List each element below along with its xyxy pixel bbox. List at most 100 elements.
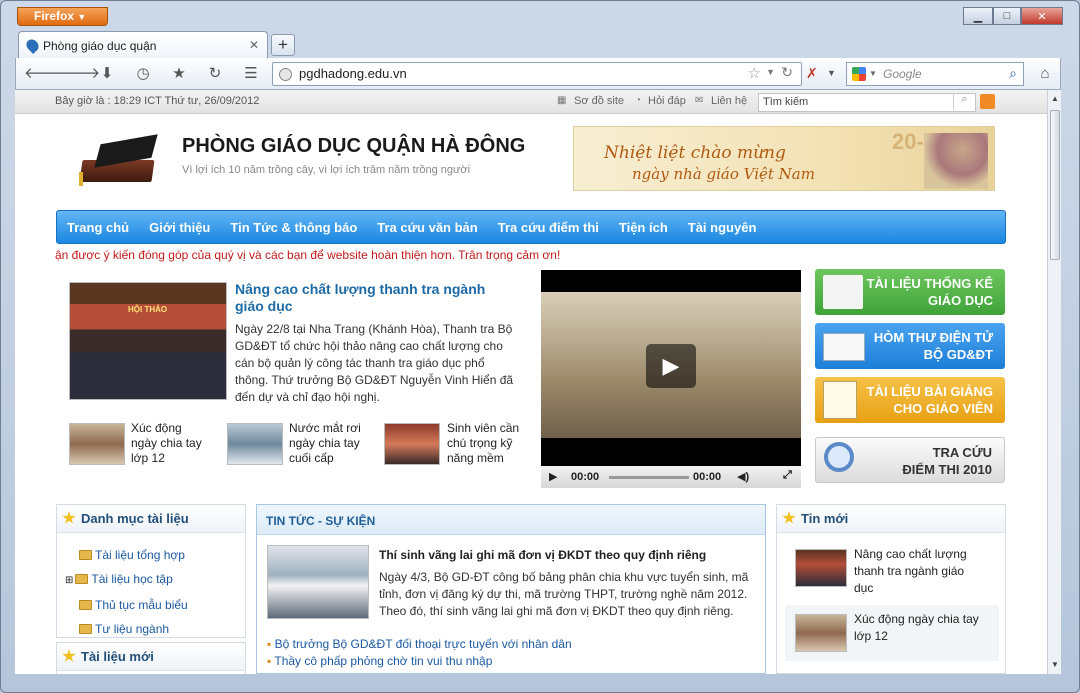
latest-news-thumb (795, 549, 847, 587)
video-play-icon[interactable]: ▶ (549, 470, 557, 483)
category-item[interactable]: Tư liệu ngành (79, 617, 245, 641)
download-icon[interactable]: ⬇ (96, 64, 118, 84)
category-item[interactable]: Tài liệu tổng hợp (79, 543, 245, 567)
related-thumb-3[interactable] (384, 423, 440, 465)
news-header: TIN TỨC - SỰ KIỆN (257, 505, 765, 535)
scroll-up-icon[interactable]: ▲ (1051, 94, 1059, 103)
site-search-input[interactable]: Tìm kiếm ⌕ (758, 93, 976, 112)
close-tab-icon[interactable]: ✕ (249, 38, 259, 52)
latest-news-item[interactable]: Xúc động ngày chia tay lớp 12 (785, 605, 999, 661)
scrollbar-thumb[interactable] (1050, 110, 1060, 260)
expand-icon[interactable]: ⊞ (65, 575, 73, 586)
related-link-1[interactable]: Xúc động ngày chia tay lớp 12 (131, 421, 211, 466)
category-item[interactable]: ⊞ Tài liệu học tập (65, 567, 245, 593)
quick-link-exam-scores[interactable]: TRA CỨU ĐIỂM THI 2010 (815, 437, 1005, 483)
google-icon (852, 67, 866, 81)
menu-about[interactable]: Giới thiệu (149, 220, 210, 235)
menu-documents[interactable]: Tra cứu văn bản (377, 220, 477, 235)
video-frame: ▶ (541, 292, 801, 438)
minimize-button[interactable]: ▁ (963, 7, 993, 25)
site-datetime: Bây giờ là : 18:29 ICT Thứ tư, 26/09/201… (55, 95, 260, 107)
close-window-button[interactable]: ✕ (1021, 7, 1063, 25)
vertical-scrollbar[interactable]: ▲ ▼ (1047, 90, 1061, 674)
browser-window: Firefox ▼ ▁ □ ✕ Phòng giáo dục quận ✕ + … (0, 0, 1080, 693)
quick-link-lectures[interactable]: TÀI LIỆU BÀI GIẢNG CHO GIÁO VIÊN (815, 377, 1005, 423)
video-seek-bar[interactable] (609, 476, 689, 479)
url-dropdown-icon[interactable]: ▼ (766, 67, 775, 77)
site-rss-icon[interactable] (980, 94, 995, 109)
latest-news-link[interactable]: Nâng cao chất lượng thanh tra ngành giáo… (854, 546, 984, 597)
site-search-icon[interactable]: ⌕ (953, 93, 975, 110)
news-panel: TIN TỨC - SỰ KIỆN Thí sinh vãng lai ghi … (256, 504, 766, 674)
featured-title[interactable]: Nâng cao chất lượng thanh tra ngành giáo… (235, 281, 515, 315)
news-title[interactable]: Thí sinh vãng lai ghi mã đơn vị ĐKDT the… (379, 548, 706, 562)
quick-link-statistics[interactable]: TÀI LIỆU THỐNG KÊ GIÁO DỤC (815, 269, 1005, 315)
browser-tab[interactable]: Phòng giáo dục quận ✕ (18, 31, 268, 59)
bookmark-icon[interactable]: ★ (168, 64, 190, 84)
related-link-3[interactable]: Sinh viên cần chú trọng kỹ năng mềm (447, 421, 527, 466)
search-engine-bar[interactable]: ▼ Google ⌕ (846, 62, 1024, 86)
sitemap-icon: ▦ (557, 95, 567, 106)
star-icon (782, 511, 796, 524)
history-clock-icon[interactable]: ◷ (132, 64, 154, 84)
news-body: Ngày 4/3, Bộ GD-ĐT công bố bảng phân chi… (379, 570, 749, 618)
related-link-2[interactable]: Nước mắt rơi ngày chia tay cuối cấp (289, 421, 369, 466)
addon-icon[interactable]: ✗ (806, 65, 818, 82)
photo-banner-text: HỘI THẢO (128, 305, 168, 314)
sitemap-link[interactable]: Sơ đồ site (574, 95, 624, 107)
folder-icon (79, 624, 92, 634)
latest-news-title: Tin mới (801, 511, 849, 526)
latest-news-item[interactable]: Nâng cao chất lượng thanh tra ngành giáo… (785, 543, 999, 599)
firefox-menu-button[interactable]: Firefox ▼ (17, 7, 108, 26)
logo-graduation-cap (73, 132, 165, 188)
new-tab-button[interactable]: + (271, 34, 295, 56)
news-photo[interactable] (267, 545, 369, 619)
addon-dropdown-icon[interactable]: ▼ (827, 68, 836, 78)
menu-home[interactable]: Trang chủ (67, 220, 129, 235)
latest-news-link[interactable]: Xúc động ngày chia tay lớp 12 (854, 611, 984, 645)
related-thumb-1[interactable] (69, 423, 125, 465)
category-item[interactable]: Thủ tục mẫu biểu (79, 593, 245, 617)
banner-text-1: Nhiệt liệt chào mừng (604, 143, 786, 163)
back-arrow-icon[interactable]: 🡐 (24, 64, 64, 84)
menu-resources[interactable]: Tài nguyên (688, 220, 757, 235)
search-magnifier-icon[interactable]: ⌕ (1009, 65, 1017, 82)
forward-arrow-icon[interactable]: 🡒 (60, 64, 100, 84)
contact-link[interactable]: Liên hệ (711, 95, 747, 107)
news-link[interactable]: ▪ Thầy cô phấp phỏng chờ tin vui thu nhậ… (267, 653, 572, 670)
volume-icon[interactable]: ◀) (737, 470, 749, 483)
home-icon[interactable]: ⌂ (1034, 64, 1056, 84)
rss-icon[interactable]: ☰ (240, 64, 262, 84)
menu-exam-scores[interactable]: Tra cứu điểm thi (498, 220, 599, 235)
site-slogan: Vì lợi ích 10 năm trồng cây, vì lợi ích … (182, 164, 471, 176)
maximize-button[interactable]: □ (993, 7, 1021, 25)
menu-news[interactable]: Tin Tức & thông báo (230, 220, 357, 235)
search-engine-dropdown-icon[interactable]: ▼ (869, 69, 877, 78)
star-icon (62, 511, 76, 524)
site-top-strip: Bây giờ là : 18:29 ICT Thứ tư, 26/09/201… (15, 90, 1047, 114)
fullscreen-icon[interactable]: ⤢ (783, 469, 792, 482)
window-controls: ▁ □ ✕ (963, 7, 1063, 25)
document-category-panel: Danh mục tài liệu Tài liệu tổng hợp ⊞ Tài… (56, 504, 246, 638)
menu-utilities[interactable]: Tiện ích (619, 220, 668, 235)
related-thumb-2[interactable] (227, 423, 283, 465)
video-player[interactable]: ▶ ▶ 00:00 00:00 ◀) ⤢ (541, 270, 801, 488)
url-bar[interactable]: pgdhadong.edu.vn ☆ ▼ ↻ (272, 62, 802, 86)
folder-icon (75, 574, 89, 584)
scroll-down-icon[interactable]: ▼ (1051, 660, 1059, 669)
globe-icon (279, 68, 292, 81)
quick-link-email[interactable]: HÒM THƯ ĐIỆN TỬ BỘ GD&ĐT (815, 323, 1005, 369)
reload-url-icon[interactable]: ↻ (781, 64, 793, 81)
play-button[interactable]: ▶ (646, 344, 696, 388)
document-category-title: Danh mục tài liệu (81, 511, 189, 526)
featured-photo[interactable]: HỘI THẢO (69, 282, 227, 400)
reload-icon[interactable]: ↻ (204, 64, 226, 84)
chart-icon (823, 275, 863, 309)
news-link[interactable]: ▪ Bộ trưởng Bộ GD&ĐT đối thoại trực tuyế… (267, 636, 572, 653)
main-menu: Trang chủ Giới thiệu Tin Tức & thông báo… (56, 210, 1006, 244)
banner-teacher-image (924, 133, 988, 189)
magnifier-icon (824, 442, 854, 472)
bookmark-star-icon[interactable]: ☆ (748, 64, 761, 82)
latest-news-thumb (795, 614, 847, 652)
faq-link[interactable]: Hỏi đáp (648, 95, 686, 107)
